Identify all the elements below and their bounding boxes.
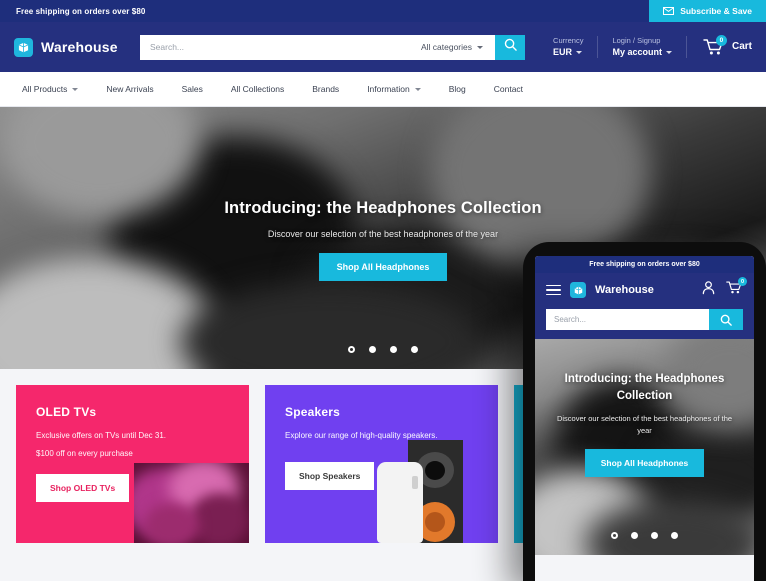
mobile-cart-count-badge: 0: [738, 277, 747, 286]
subscribe-label: Subscribe & Save: [680, 6, 752, 16]
mobile-search-submit-button[interactable]: [709, 309, 743, 330]
chevron-down-icon: [414, 87, 421, 91]
mobile-hero-text-block: Introducing: the Headphones Collection D…: [535, 371, 754, 478]
carousel-dot-3[interactable]: [390, 346, 397, 353]
storefront-preview: Free shipping on orders over $80 Subscri…: [0, 0, 766, 581]
nav-label: Information: [367, 84, 410, 94]
carousel-dot-2[interactable]: [369, 346, 376, 353]
primary-navigation: All Products New Arrivals Sales All Coll…: [0, 72, 766, 107]
promo-button[interactable]: Shop Speakers: [285, 462, 375, 490]
hero-title: Introducing: the Headphones Collection: [224, 199, 542, 217]
cart-button[interactable]: 0 Cart: [687, 34, 752, 56]
nav-item-contact[interactable]: Contact: [480, 72, 537, 106]
mobile-header: Warehouse 0: [535, 273, 754, 339]
account-value: My account: [612, 46, 662, 57]
promo-line-1: Explore our range of high-quality speake…: [285, 431, 438, 440]
search-icon: [504, 38, 517, 56]
nav-label: Sales: [181, 84, 203, 94]
mobile-carousel-dots: [535, 532, 754, 539]
mobile-device-preview: Free shipping on orders over $80 Warehou…: [523, 242, 766, 581]
mobile-hero-carousel: Introducing: the Headphones Collection D…: [535, 339, 754, 555]
site-header: Warehouse All categories Currency EUR Lo…: [0, 22, 766, 72]
search-submit-button[interactable]: [495, 34, 525, 60]
promo-button[interactable]: Shop OLED TVs: [36, 474, 130, 502]
nav-label: All Collections: [230, 84, 285, 94]
search-input[interactable]: [140, 34, 414, 60]
currency-selector[interactable]: Currency EUR: [539, 35, 599, 59]
nav-label: New Arrivals: [106, 84, 154, 94]
mobile-screen: Free shipping on orders over $80 Warehou…: [535, 256, 754, 581]
mobile-search-input[interactable]: [546, 309, 709, 330]
currency-value: EUR: [553, 46, 573, 57]
hero-subtitle: Discover our selection of the best headp…: [267, 229, 499, 239]
package-box-icon: [14, 37, 33, 57]
nav-label: All Products: [22, 84, 68, 94]
nav-item-information[interactable]: Information: [353, 72, 435, 106]
currency-label: Currency: [553, 35, 584, 45]
mobile-carousel-dot-4[interactable]: [671, 532, 678, 539]
promo-line-2: $100 off on every purchase: [36, 449, 133, 458]
mobile-hero-cta-button[interactable]: Shop All Headphones: [584, 449, 705, 478]
nav-item-all-collections[interactable]: All Collections: [217, 72, 298, 106]
nav-label: Contact: [493, 84, 524, 94]
promo-title: Speakers: [285, 405, 340, 419]
mobile-carousel-dot-1[interactable]: [611, 532, 618, 539]
carousel-dot-4[interactable]: [411, 346, 418, 353]
mobile-hero-title: Introducing: the Headphones Collection: [564, 373, 725, 402]
header-utilities: Currency EUR Login / Signup My account 0…: [539, 34, 752, 59]
nav-item-blog[interactable]: Blog: [435, 72, 480, 106]
mobile-carousel-dot-2[interactable]: [631, 532, 638, 539]
nav-label: Brands: [312, 84, 340, 94]
carousel-dot-1[interactable]: [348, 346, 355, 353]
chevron-down-icon: [665, 50, 672, 54]
package-box-icon: [570, 282, 586, 298]
category-select-label: All categories: [420, 42, 472, 52]
mobile-free-shipping-message: Free shipping on orders over $80: [589, 261, 700, 268]
chevron-down-icon: [72, 87, 79, 91]
account-label: Login / Signup: [612, 35, 661, 45]
mobile-brand-name: Warehouse: [595, 284, 654, 296]
nav-label: Blog: [448, 84, 466, 94]
category-select[interactable]: All categories: [413, 34, 495, 60]
nav-item-brands[interactable]: Brands: [298, 72, 353, 106]
chevron-down-icon: [477, 45, 483, 49]
announcement-bar: Free shipping on orders over $80 Subscri…: [0, 0, 766, 22]
account-menu[interactable]: Login / Signup My account: [598, 35, 687, 59]
promo-card-speakers[interactable]: Speakers Explore our range of high-quali…: [265, 385, 498, 543]
nav-item-sales[interactable]: Sales: [168, 72, 217, 106]
mobile-cart-button[interactable]: 0: [726, 277, 747, 300]
hamburger-menu-icon[interactable]: [546, 284, 561, 296]
promo-title: OLED TVs: [36, 405, 97, 419]
cart-label: Cart: [731, 41, 752, 53]
nav-item-new-arrivals[interactable]: New Arrivals: [92, 72, 167, 106]
nav-item-all-products[interactable]: All Products: [18, 72, 92, 106]
promo-card-oled-tvs[interactable]: OLED TVs Exclusive offers on TVs until D…: [16, 385, 249, 543]
envelope-icon: [663, 7, 675, 15]
cart-count-badge: 0: [715, 34, 727, 46]
mobile-search-bar: [546, 309, 743, 330]
search-bar: All categories: [140, 34, 525, 60]
shopping-cart-icon: 0: [703, 34, 727, 56]
hero-cta-button[interactable]: Shop All Headphones: [318, 253, 448, 281]
promo-line-1: Exclusive offers on TVs until Dec 31.: [36, 431, 166, 440]
logo-home-link[interactable]: Warehouse: [14, 37, 134, 57]
subscribe-and-save-button[interactable]: Subscribe & Save: [649, 0, 766, 22]
user-account-icon[interactable]: [701, 280, 716, 300]
brand-name: Warehouse: [41, 39, 118, 55]
free-shipping-message: Free shipping on orders over $80: [16, 6, 146, 16]
chevron-down-icon: [576, 50, 583, 54]
mobile-hero-subtitle: Discover our selection of the best headp…: [556, 414, 733, 436]
mobile-carousel-dot-3[interactable]: [651, 532, 658, 539]
mobile-announcement-bar: Free shipping on orders over $80: [535, 256, 754, 273]
